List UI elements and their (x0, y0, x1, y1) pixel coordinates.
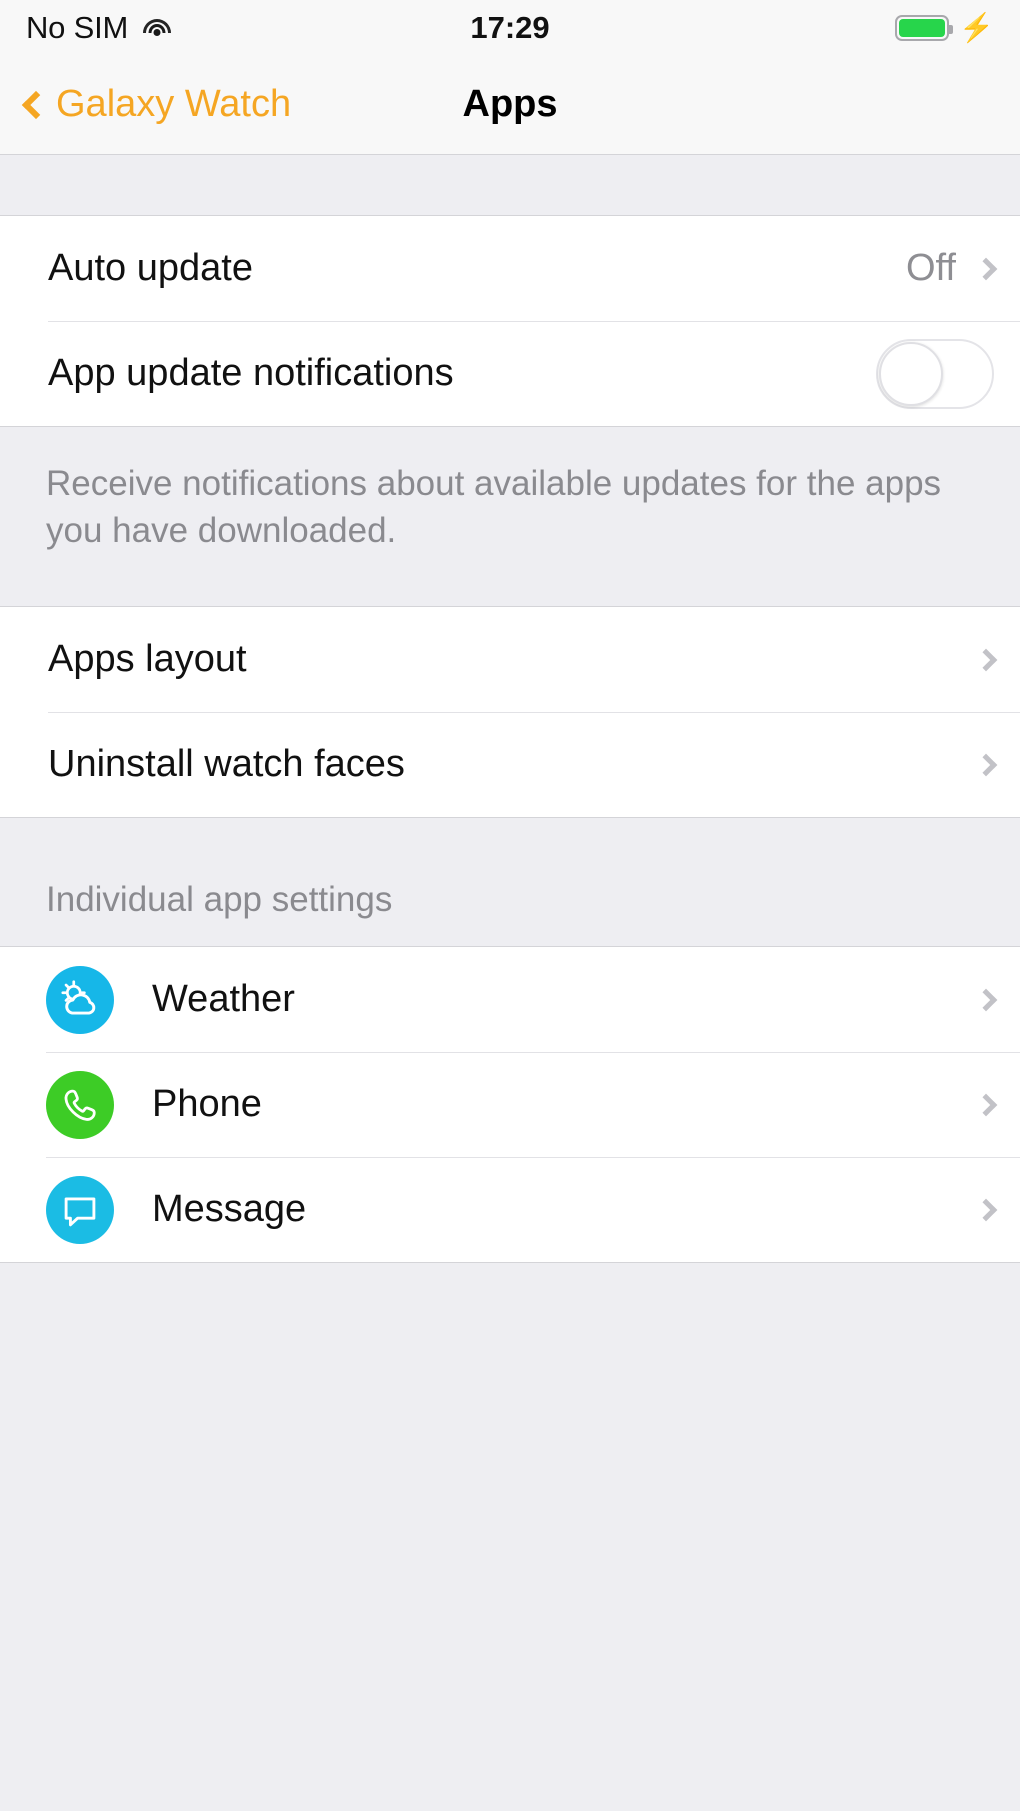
weather-right (974, 988, 998, 1011)
phone-icon (46, 1070, 114, 1139)
weather-icon (46, 965, 114, 1034)
phone-right (974, 1093, 998, 1116)
update-settings-group: Auto update Off App update notifications (0, 215, 1020, 427)
app-update-notifications-label: App update notifications (48, 352, 454, 394)
battery-full-icon (895, 14, 954, 41)
row-app-update-notifications[interactable]: App update notifications (0, 321, 1020, 426)
status-bar: No SIM 17:29 ⚡ (0, 0, 1020, 55)
status-bar-clock: 17:29 (470, 9, 550, 45)
auto-update-label: Auto update (48, 247, 253, 289)
row-apps-layout[interactable]: Apps layout (0, 607, 1020, 713)
row-weather[interactable]: Weather (0, 947, 1020, 1053)
settings-screen: No SIM 17:29 ⚡ Galaxy Watch Apps Auto up… (0, 0, 1020, 1811)
update-footnote: Receive notifications about available up… (0, 427, 1020, 607)
phone-label: Phone (152, 1083, 262, 1126)
chevron-right-icon (974, 988, 998, 1011)
row-auto-update[interactable]: Auto update Off (0, 216, 1020, 321)
back-button[interactable]: Galaxy Watch (21, 83, 292, 126)
uninstall-watch-faces-right (974, 753, 998, 776)
message-label: Message (152, 1188, 307, 1231)
row-uninstall-watch-faces[interactable]: Uninstall watch faces (0, 712, 1020, 818)
empty-area (0, 1263, 1020, 1811)
back-button-label: Galaxy Watch (56, 83, 292, 125)
auto-update-right: Off (906, 247, 998, 290)
row-phone[interactable]: Phone (0, 1052, 1020, 1158)
navigation-bar: Galaxy Watch Apps (0, 55, 1020, 155)
chevron-right-icon (974, 753, 998, 776)
message-right (974, 1198, 998, 1221)
chevron-right-icon (974, 1093, 998, 1116)
individual-app-settings-header: Individual app settings (0, 818, 1020, 947)
chevron-right-icon (974, 648, 998, 671)
app-update-notifications-right (876, 338, 994, 409)
section-gap-top (0, 155, 1020, 215)
apps-management-group: Apps layout Uninstall watch faces (0, 606, 1020, 819)
apps-layout-label: Apps layout (48, 638, 247, 681)
app-update-notifications-toggle[interactable] (876, 338, 994, 409)
message-icon (46, 1175, 114, 1244)
toggle-knob (879, 341, 943, 406)
row-message[interactable]: Message (0, 1157, 1020, 1263)
apps-layout-right (974, 648, 998, 671)
auto-update-value: Off (906, 247, 956, 289)
chevron-right-icon (974, 1198, 998, 1221)
chevron-left-icon (21, 90, 51, 119)
weather-label: Weather (152, 978, 295, 1021)
chevron-right-icon (974, 257, 998, 280)
uninstall-watch-faces-label: Uninstall watch faces (48, 743, 405, 786)
individual-app-settings-group: Weather Phone Message (0, 946, 1020, 1264)
